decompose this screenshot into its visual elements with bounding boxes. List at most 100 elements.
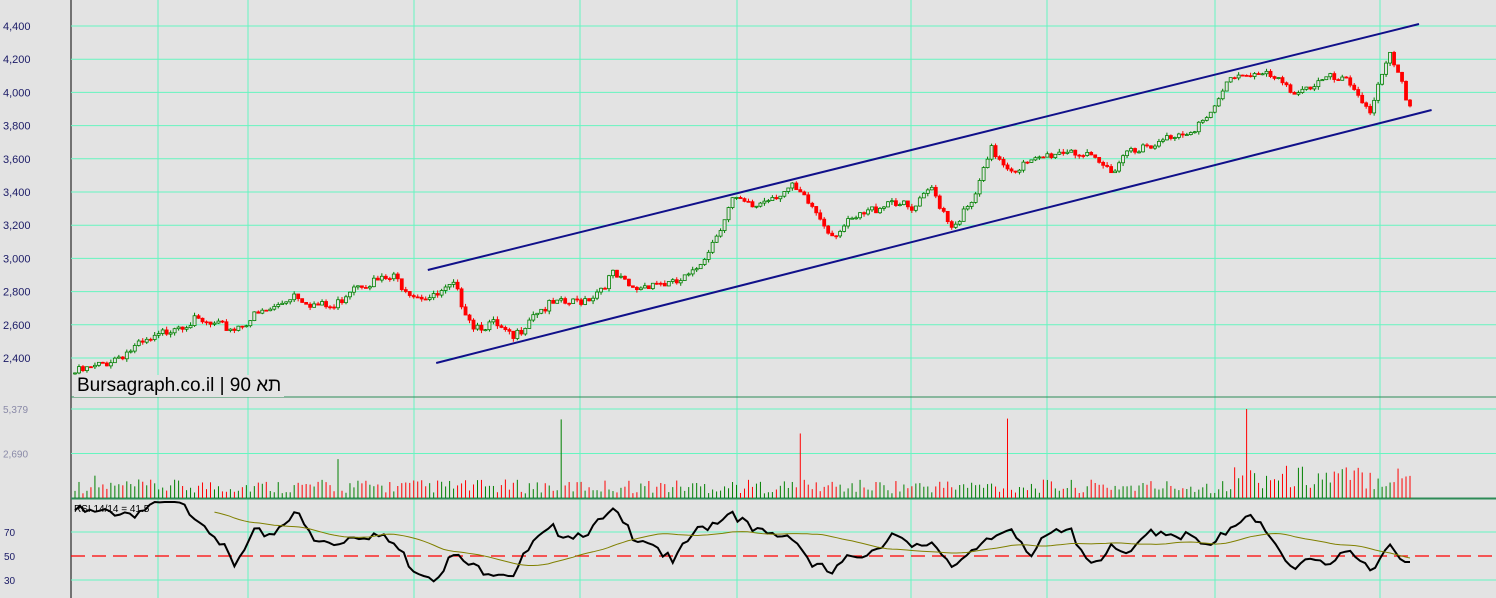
candle-body [1121,155,1125,164]
price-tick-label: 2,800 [3,287,31,299]
candle-body [164,329,169,335]
candle-body [886,201,890,208]
candle-body [367,286,372,289]
candle-body [160,329,165,334]
candle-body [284,301,289,304]
candle-body [93,364,97,368]
candle-body [993,145,998,158]
candle-body [1109,166,1114,174]
candle-body [1069,149,1074,153]
candle-body [587,298,591,302]
candle-body [304,302,309,305]
candle-body [822,218,827,227]
candle-body [718,230,723,237]
candle-body [1296,92,1301,95]
candle-body [1344,76,1349,79]
candle-body [1113,170,1118,174]
candle-body [152,334,157,340]
candle-body [985,158,990,168]
candle-body [124,351,129,360]
candle-body [387,278,392,280]
candle-body [208,321,213,325]
candle-body [1141,144,1145,153]
candle-body [1232,77,1237,80]
candle-body [73,372,77,375]
candle-body [1316,80,1321,88]
price-tick-label: 3,000 [3,253,31,265]
candle-body [611,269,615,277]
candle-body [730,197,735,208]
candle-body [1284,82,1289,86]
rsi-tick-label: 70 [4,528,16,539]
candle-body [905,200,910,208]
candle-body [790,182,795,189]
candle-body [1077,154,1082,157]
candle-body [1204,117,1209,121]
candle-body [1021,161,1026,171]
candle-body [487,321,492,331]
price-tick-label: 3,600 [3,154,31,166]
candle-body [666,281,671,287]
candle-body [1037,156,1042,159]
candle-body [1332,73,1337,80]
candle-body [638,287,643,290]
candle-body [276,304,281,307]
candle-body [631,285,635,288]
candle-body [858,212,862,219]
candle-body [575,298,580,301]
candle-body [467,314,472,321]
candle-body [1220,90,1225,100]
candle-body [491,319,496,323]
candle-body [1380,73,1385,85]
candle-body [316,303,320,306]
candle-body [1017,169,1022,173]
candle-body [399,278,404,290]
candle-body [1101,161,1106,166]
candle-body [806,194,811,204]
candle-body [1308,86,1313,90]
candle-body [1340,76,1345,81]
candle-body [882,206,886,209]
candle-body [1368,105,1373,114]
candle-body [802,191,807,196]
candle-body [1029,159,1034,163]
candle-body [702,259,707,265]
candle-body [1280,77,1285,84]
candle-body [495,319,500,327]
candle-body [650,282,655,290]
candle-body [411,295,416,298]
candle-body [854,217,858,220]
candle-body [383,275,388,279]
candle-body [443,286,448,291]
candle-body [1172,137,1177,139]
candle-body [1157,141,1161,147]
candle-body [220,320,225,323]
candle-body [1149,145,1153,149]
candle-body [1005,164,1010,170]
candle-body [599,287,603,293]
candle-body [627,278,631,287]
candle-body [794,182,799,191]
candle-body [1248,75,1253,78]
candle-body [555,299,560,304]
candle-body [929,186,934,191]
candle-body [583,298,587,305]
candle-body [678,280,683,284]
candle-body [758,202,763,207]
candle-body [172,328,177,334]
candle-body [878,207,882,214]
candle-body [300,298,305,303]
candle-body [997,156,1002,160]
candle-body [909,206,914,211]
candle-body [738,197,743,200]
candle-body [1045,153,1050,158]
candle-body [1089,152,1094,156]
candle-body [567,302,572,305]
candle-body [941,208,946,212]
candle-body [1228,77,1233,83]
candle-body [252,311,257,321]
candle-body [742,198,747,202]
candle-body [1252,73,1257,77]
candle-body [1276,77,1281,79]
candle-body [132,345,137,352]
